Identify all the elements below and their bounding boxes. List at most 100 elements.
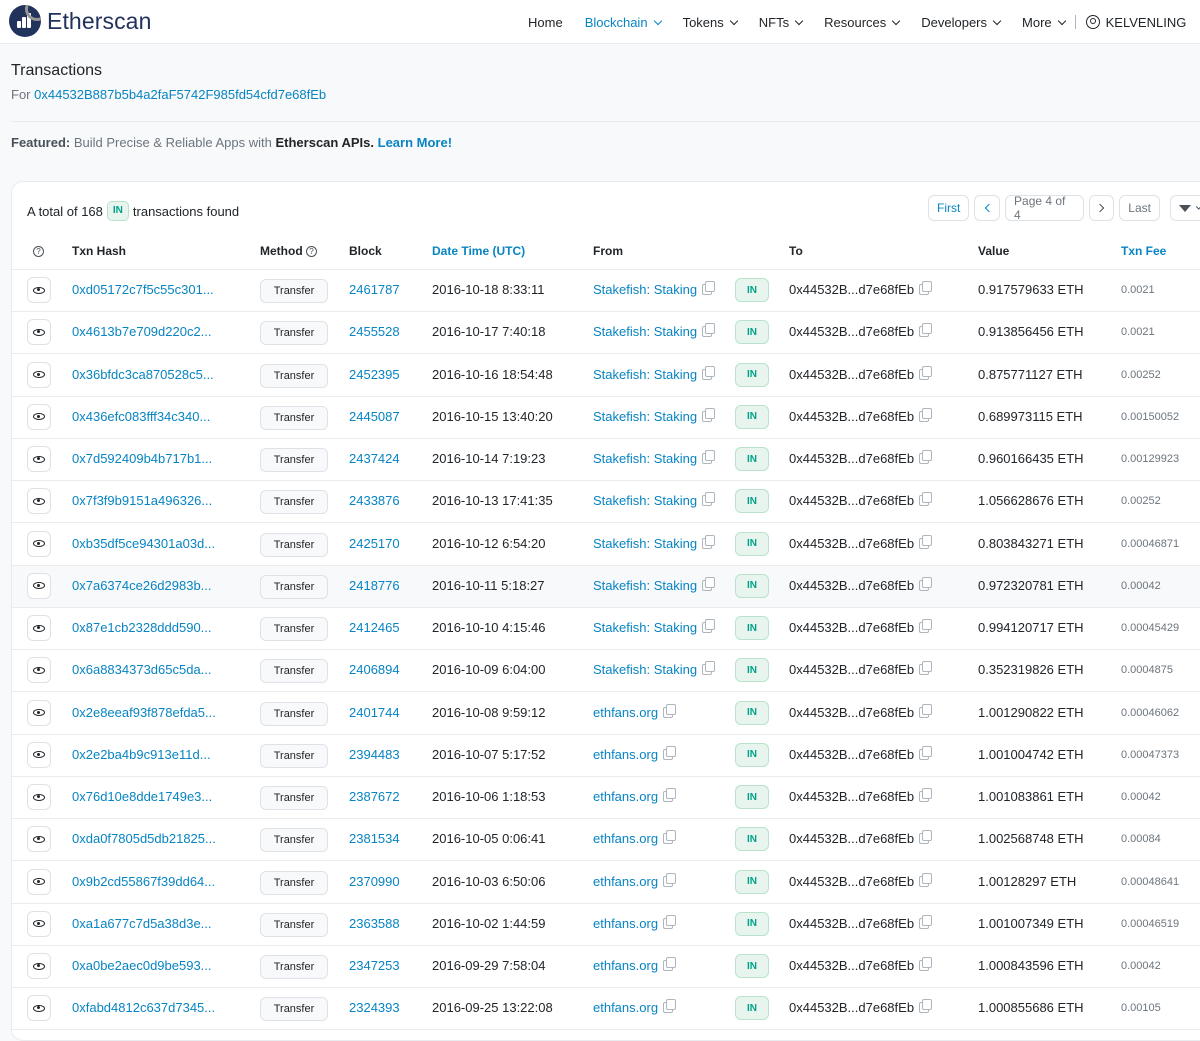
copy-icon[interactable] <box>919 745 933 760</box>
block-link[interactable]: 2425170 <box>349 536 400 551</box>
txn-hash-link[interactable]: 0x7f3f9b9151a496326... <box>72 493 212 508</box>
view-details-button[interactable] <box>27 615 51 641</box>
first-page-button[interactable]: First <box>928 195 970 221</box>
from-link[interactable]: ethfans.org <box>593 789 658 804</box>
txn-hash-link[interactable]: 0xda0f7805d5db21825... <box>72 831 216 846</box>
block-link[interactable]: 2412465 <box>349 620 400 635</box>
filter-button[interactable] <box>1169 195 1200 221</box>
copy-icon[interactable] <box>702 576 716 591</box>
block-link[interactable]: 2370990 <box>349 874 400 889</box>
copy-icon[interactable] <box>919 830 933 845</box>
block-link[interactable]: 2394483 <box>349 747 400 762</box>
prev-page-button[interactable] <box>974 195 1001 221</box>
txn-hash-link[interactable]: 0x76d10e8dde1749e3... <box>72 789 212 804</box>
block-link[interactable]: 2418776 <box>349 578 400 593</box>
view-details-button[interactable] <box>27 319 51 346</box>
copy-icon[interactable] <box>702 492 716 507</box>
view-details-button[interactable] <box>27 361 51 388</box>
from-link[interactable]: Stakefish: Staking <box>593 620 697 635</box>
copy-icon[interactable] <box>702 619 716 633</box>
block-link[interactable]: 2347253 <box>349 958 400 973</box>
copy-icon[interactable] <box>702 407 716 422</box>
block-link[interactable]: 2406894 <box>349 662 400 677</box>
from-link[interactable]: Stakefish: Staking <box>593 578 697 593</box>
nav-more[interactable]: More <box>1022 15 1066 30</box>
copy-icon[interactable] <box>702 365 716 380</box>
copy-icon[interactable] <box>919 957 933 971</box>
view-details-button[interactable] <box>27 488 51 515</box>
block-link[interactable]: 2401744 <box>349 705 400 720</box>
view-details-button[interactable] <box>27 446 51 472</box>
view-details-button[interactable] <box>27 868 51 895</box>
view-details-button[interactable] <box>27 403 51 430</box>
copy-icon[interactable] <box>919 703 933 718</box>
copy-icon[interactable] <box>919 450 933 464</box>
copy-icon[interactable] <box>702 323 716 338</box>
view-details-button[interactable] <box>27 784 51 810</box>
nav-developers[interactable]: Developers <box>921 15 1002 30</box>
view-details-button[interactable] <box>27 657 51 684</box>
txn-hash-link[interactable]: 0x36bfdc3ca870528c5... <box>72 367 214 382</box>
help-icon[interactable]: ? <box>306 246 317 257</box>
txn-hash-link[interactable]: 0xb35df5ce94301a03d... <box>72 536 215 551</box>
from-link[interactable]: ethfans.org <box>593 747 658 762</box>
address-link[interactable]: 0x44532B887b5b4a2faF5742F985fd54cfd7e68f… <box>34 87 326 102</box>
block-link[interactable]: 2433876 <box>349 493 400 508</box>
copy-icon[interactable] <box>919 407 933 422</box>
user-menu[interactable]: KELVENLING <box>1085 15 1186 30</box>
copy-icon[interactable] <box>919 576 933 591</box>
copy-icon[interactable] <box>702 450 716 464</box>
view-details-button[interactable] <box>27 826 51 853</box>
block-link[interactable]: 2363588 <box>349 916 400 931</box>
from-link[interactable]: Stakefish: Staking <box>593 536 697 551</box>
from-link[interactable]: Stakefish: Staking <box>593 662 697 677</box>
copy-icon[interactable] <box>919 788 933 802</box>
copy-icon[interactable] <box>919 619 933 633</box>
copy-icon[interactable] <box>663 745 677 760</box>
etherscan-logo[interactable]: Etherscan <box>9 5 151 37</box>
txn-hash-link[interactable]: 0xa0be2aec0d9be593... <box>72 958 212 973</box>
txn-hash-link[interactable]: 0x7a6374ce26d2983b... <box>72 578 212 593</box>
view-details-button[interactable] <box>27 530 51 557</box>
nav-resources[interactable]: Resources <box>824 15 901 30</box>
from-link[interactable]: Stakefish: Staking <box>593 324 697 339</box>
from-link[interactable]: Stakefish: Staking <box>593 493 697 508</box>
last-page-button[interactable]: Last <box>1119 195 1160 221</box>
from-link[interactable]: Stakefish: Staking <box>593 451 697 466</box>
copy-icon[interactable] <box>919 492 933 507</box>
nav-tokens[interactable]: Tokens <box>683 15 739 30</box>
nav-home[interactable]: Home <box>528 15 563 30</box>
txn-hash-link[interactable]: 0x7d592409b4b717b1... <box>72 451 212 466</box>
from-link[interactable]: ethfans.org <box>593 1000 658 1015</box>
view-details-button[interactable] <box>27 699 51 726</box>
from-link[interactable]: Stakefish: Staking <box>593 409 697 424</box>
from-link[interactable]: Stakefish: Staking <box>593 282 697 297</box>
from-link[interactable]: ethfans.org <box>593 874 658 889</box>
copy-icon[interactable] <box>663 788 677 802</box>
txn-hash-link[interactable]: 0xa1a677c7d5a38d3e... <box>72 916 212 931</box>
txn-hash-link[interactable]: 0x87e1cb2328ddd590... <box>72 620 212 635</box>
copy-icon[interactable] <box>663 999 677 1014</box>
nav-blockchain[interactable]: Blockchain <box>585 15 662 30</box>
txn-hash-link[interactable]: 0x4613b7e709d220c2... <box>72 324 212 339</box>
txn-hash-link[interactable]: 0x2e8eeaf93f878efda5... <box>72 705 216 720</box>
view-details-button[interactable] <box>27 995 51 1022</box>
copy-icon[interactable] <box>702 661 716 676</box>
col-txn-fee-toggle[interactable]: Txn Fee <box>1121 244 1166 258</box>
view-details-button[interactable] <box>27 572 51 599</box>
block-link[interactable]: 2452395 <box>349 367 400 382</box>
from-link[interactable]: Stakefish: Staking <box>593 367 697 382</box>
txn-hash-link[interactable]: 0xd05172c7f5c55c301... <box>72 282 214 297</box>
copy-icon[interactable] <box>702 534 716 549</box>
txn-hash-link[interactable]: 0xfabd4812c637d7345... <box>72 1000 215 1015</box>
block-link[interactable]: 2437424 <box>349 451 400 466</box>
from-link[interactable]: ethfans.org <box>593 831 658 846</box>
copy-icon[interactable] <box>919 872 933 887</box>
block-link[interactable]: 2455528 <box>349 324 400 339</box>
copy-icon[interactable] <box>663 872 677 887</box>
copy-icon[interactable] <box>702 281 716 295</box>
info-column-icon[interactable]: ? <box>33 244 44 258</box>
view-details-button[interactable] <box>27 277 51 303</box>
block-link[interactable]: 2461787 <box>349 282 400 297</box>
view-details-button[interactable] <box>27 741 51 768</box>
